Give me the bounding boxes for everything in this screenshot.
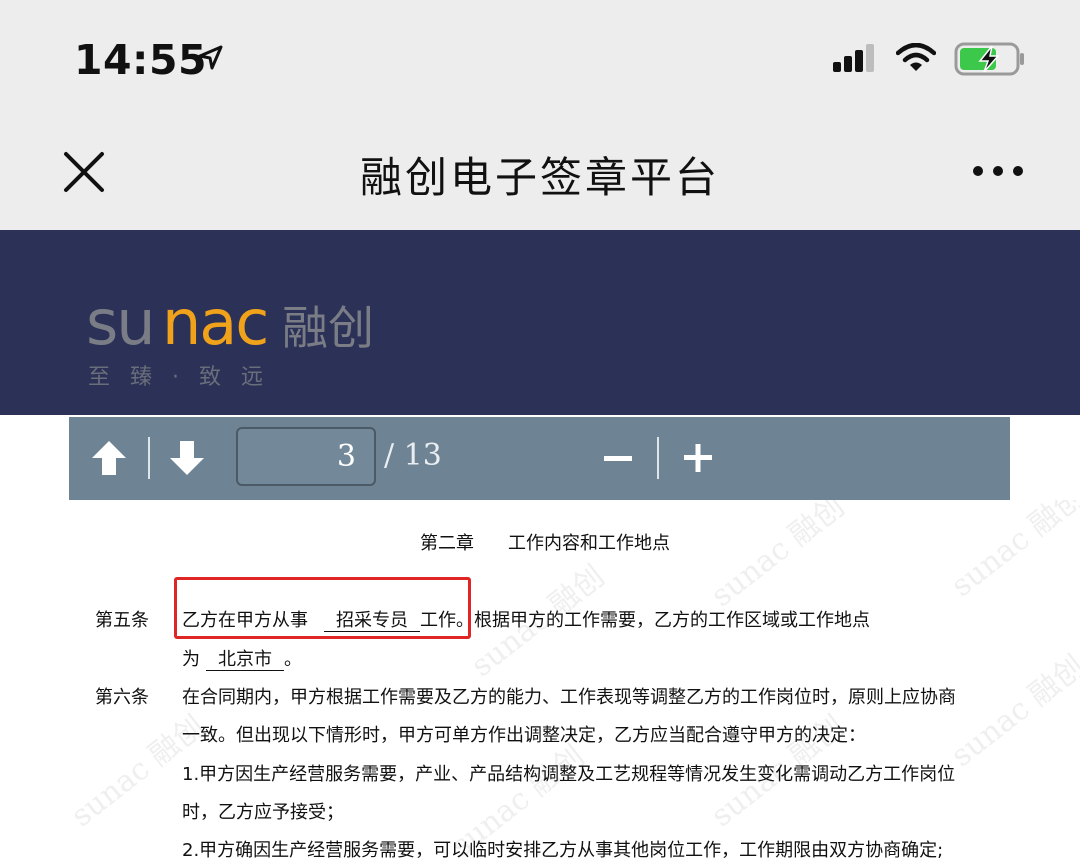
chapter-heading: 第二章 工作内容和工作地点	[420, 529, 670, 555]
article-5-line-2: 为北京市。	[182, 645, 302, 671]
article-6-line: 时，乙方应予接受；	[182, 802, 344, 823]
page-title: 融创电子签章平台	[359, 153, 720, 202]
wifi-icon	[896, 43, 936, 71]
article-6-line: 一致。但出现以下情形时，甲方可单方作出调整决定，乙方应当配合遵守甲方的决定：	[182, 725, 866, 746]
battery-charging-icon	[954, 42, 1024, 76]
location-arrow-icon	[198, 45, 223, 70]
status-time: 14:55	[74, 36, 208, 84]
watermark: sunac 融创	[944, 500, 1080, 604]
chapter-number: 第二章	[420, 533, 474, 554]
text-segment: 为	[182, 649, 200, 670]
svg-text:nac: nac	[162, 292, 267, 359]
toolbar-divider	[657, 437, 659, 479]
page-total: / 13	[384, 438, 442, 473]
sunac-logo: su nac 融创 至臻·致远	[86, 292, 374, 390]
arrow-up-icon[interactable]	[88, 437, 130, 479]
watermark: sunac 融创	[704, 500, 852, 614]
cellular-signal-icon	[833, 44, 874, 72]
article-6-line: 在合同期内，甲方根据工作需要及乙方的能力、工作表现等调整乙方的工作岗位时，原则上…	[182, 687, 956, 708]
minus-icon[interactable]	[600, 446, 636, 470]
chapter-title: 工作内容和工作地点	[508, 533, 670, 554]
pdf-toolbar	[69, 417, 1010, 500]
svg-text:融创: 融创	[282, 301, 374, 355]
highlight-annotation-box	[174, 577, 471, 639]
city-value: 北京市	[206, 649, 284, 671]
text-segment: 工作。根据甲方的工作需要，乙方的工作区域或工作地点	[420, 610, 870, 631]
article-6-line: 1.甲方因生产经营服务需要，产业、产品结构调整及工艺规程等情况发生变化需调动乙方…	[182, 764, 956, 785]
article-5-label: 第五条	[95, 610, 149, 631]
more-dots-icon[interactable]	[970, 160, 1026, 182]
toolbar-divider	[148, 437, 150, 479]
text-segment: 。	[284, 649, 302, 670]
watermark: sunac 融创	[944, 648, 1080, 774]
svg-text:su: su	[86, 292, 154, 359]
svg-text:至臻·致远: 至臻·致远	[88, 365, 283, 390]
article-6-label: 第六条	[95, 687, 149, 708]
page-number-input[interactable]: 3	[236, 427, 376, 486]
plus-icon[interactable]	[680, 440, 716, 476]
arrow-down-icon[interactable]	[166, 437, 208, 479]
article-6-line: 2.甲方确因生产经营服务需要，可以临时安排乙方从事其他岗位工作，工作期限由双方协…	[182, 840, 944, 861]
